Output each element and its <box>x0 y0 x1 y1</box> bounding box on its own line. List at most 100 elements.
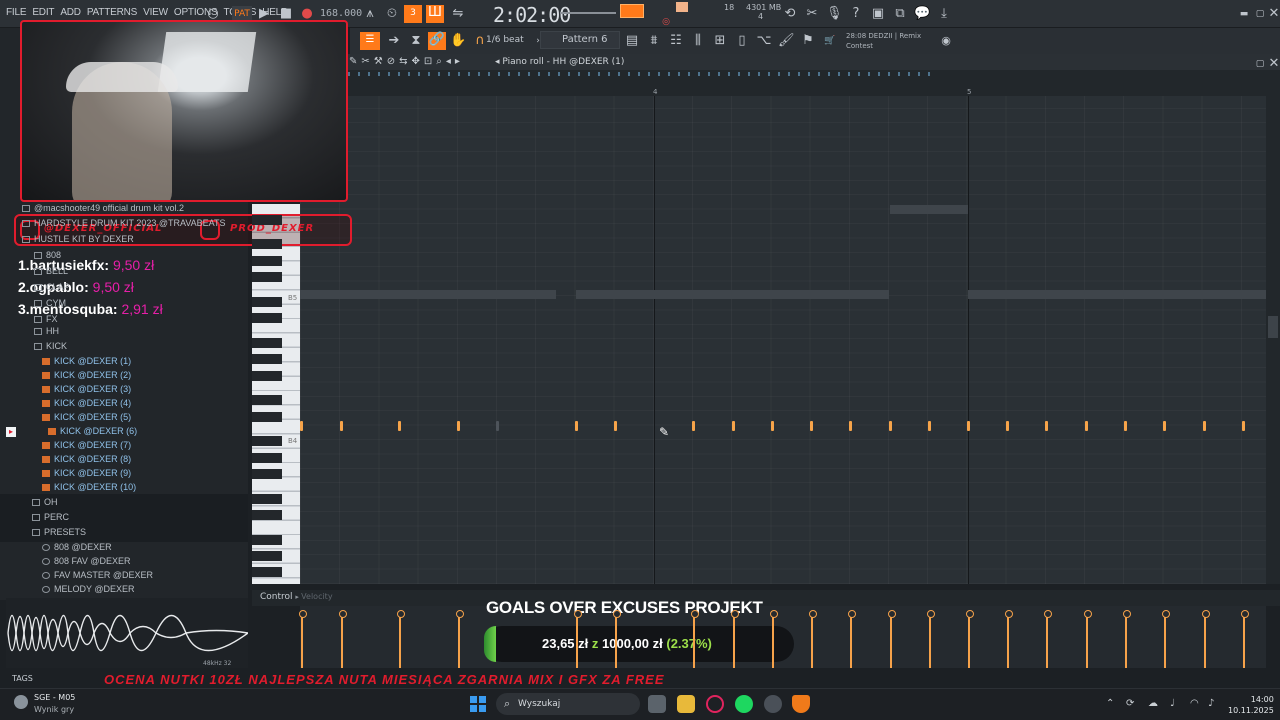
note[interactable] <box>889 421 892 431</box>
sample-item[interactable]: KICK @DEXER (5) <box>42 412 131 422</box>
black-key[interactable] <box>252 214 282 225</box>
folder-item[interactable]: OH <box>32 497 58 507</box>
sample-item[interactable]: KICK @DEXER (7) <box>42 440 131 450</box>
note[interactable] <box>1085 421 1088 431</box>
sample-item[interactable]: KICK @DEXER (1) <box>42 356 131 366</box>
velocity-bar[interactable] <box>1123 610 1131 668</box>
file-icon[interactable]: ▯ <box>734 33 750 49</box>
sample-item[interactable]: KICK @DEXER (3) <box>42 384 131 394</box>
note[interactable] <box>1203 421 1206 431</box>
note[interactable] <box>771 421 774 431</box>
folder-item[interactable]: HARDSTYLE DRUM KIT 2023 @TRAVABEATS <box>22 218 226 228</box>
connect-icon[interactable]: ⊞ <box>712 33 728 49</box>
velocity-bar[interactable] <box>927 610 935 668</box>
black-key[interactable] <box>252 411 282 422</box>
snap-selector[interactable]: 1/6 beat <box>486 35 524 45</box>
sample-item[interactable]: KICK @DEXER (10) <box>42 482 136 492</box>
note[interactable] <box>496 421 499 431</box>
tray-cloud-icon[interactable]: ☁ <box>1148 698 1158 709</box>
sample-item[interactable]: KICK @DEXER (6) <box>48 426 137 436</box>
note[interactable] <box>810 421 813 431</box>
tray-chevron-icon[interactable]: ⌃ <box>1106 698 1114 709</box>
menu-edit[interactable]: EDIT <box>32 7 54 18</box>
mic-icon[interactable]: 🎙 <box>826 6 843 22</box>
tempo-display[interactable]: 168.000 <box>320 8 362 19</box>
brush-icon[interactable]: 🖌 <box>778 33 795 49</box>
tempo-tap-icon[interactable]: ⚑ <box>800 33 816 49</box>
piano-roll-tools[interactable]: ✎✂⚒⊘⇆✥⊡⌕◂▸ <box>349 56 464 67</box>
hand-icon[interactable]: ✋ <box>450 33 466 49</box>
plug-icon[interactable]: ⌥ <box>756 33 772 49</box>
tray-mic-icon[interactable]: ♩ <box>1170 698 1175 709</box>
note[interactable] <box>457 421 460 431</box>
channel-rack-icon[interactable]: ☷ <box>668 33 684 49</box>
black-key[interactable] <box>252 436 282 447</box>
arrow-right-icon[interactable]: ➔ <box>386 33 402 49</box>
close-icon[interactable]: ✕ <box>1266 6 1280 22</box>
help-icon[interactable]: ? <box>848 6 864 22</box>
control-selector[interactable]: Control ▸ Velocity <box>260 592 333 602</box>
black-key[interactable] <box>252 255 282 266</box>
tray-wifi-icon[interactable]: ◠ <box>1190 698 1199 709</box>
piano-roll-menu-icon[interactable]: ☰ <box>360 32 380 50</box>
mixer-icon[interactable]: ⫼ <box>690 33 706 49</box>
note[interactable] <box>575 421 578 431</box>
black-key[interactable] <box>252 313 282 324</box>
preset-item[interactable]: MELODY @DEXER <box>42 584 135 594</box>
sample-item[interactable]: KICK @DEXER (9) <box>42 468 131 478</box>
wait-icon[interactable]: ⏲ <box>384 6 400 22</box>
black-key[interactable] <box>252 452 282 463</box>
velocity-bar[interactable] <box>299 610 307 668</box>
menu-view[interactable]: VIEW <box>143 7 168 18</box>
master-volume-slider[interactable] <box>560 12 616 14</box>
velocity-bar[interactable] <box>1162 610 1170 668</box>
menu-patterns[interactable]: PATTERNS <box>87 7 137 18</box>
download-icon[interactable]: ⤓ <box>936 6 952 22</box>
note[interactable] <box>849 421 852 431</box>
plugin-icon[interactable]: ⧉ <box>892 6 908 22</box>
menu-add[interactable]: ADD <box>60 7 81 18</box>
velocity-bar[interactable] <box>848 610 856 668</box>
news-panel[interactable]: 28:08 DEDZII | Remix Contest <box>846 31 921 51</box>
minimize-icon[interactable]: ▬ <box>1236 6 1252 22</box>
metronome-icon[interactable]: ⩚ <box>362 6 378 22</box>
sample-item[interactable]: KICK @DEXER (2) <box>42 370 131 380</box>
folder-item[interactable]: CLAP <box>34 282 70 292</box>
velocity-bar[interactable] <box>397 610 405 668</box>
note[interactable] <box>614 421 617 431</box>
note[interactable] <box>1124 421 1127 431</box>
velocity-bar[interactable] <box>613 610 621 668</box>
velocity-bar[interactable] <box>456 610 464 668</box>
stamp-icon[interactable]: ⧗ <box>408 33 424 49</box>
loop-record-icon[interactable]: ⇋ <box>450 6 466 22</box>
velocity-bar[interactable] <box>1044 610 1052 668</box>
note[interactable] <box>928 421 931 431</box>
folder-item[interactable]: CYM <box>34 298 66 308</box>
note[interactable] <box>1163 421 1166 431</box>
note[interactable] <box>732 421 735 431</box>
velocity-bar[interactable] <box>574 610 582 668</box>
preset-item[interactable]: 808 FAV @DEXER <box>42 556 131 566</box>
chat-icon[interactable]: 💬 <box>914 6 930 22</box>
black-key[interactable] <box>252 551 282 561</box>
black-key[interactable] <box>252 567 282 578</box>
velocity-bar[interactable] <box>339 610 347 668</box>
blend-icon[interactable]: Ш <box>426 5 444 23</box>
folder-item[interactable]: BELL <box>34 266 68 276</box>
black-key[interactable] <box>252 510 282 520</box>
velocity-bar[interactable] <box>966 610 974 668</box>
save-icon[interactable]: ▣ <box>870 6 886 22</box>
folder-item[interactable]: HUSTLE KIT BY DEXER <box>22 234 134 244</box>
tray-volume-icon[interactable]: ♪ <box>1208 698 1214 709</box>
task-view-icon[interactable] <box>648 695 666 713</box>
black-key[interactable] <box>252 469 282 479</box>
preset-item[interactable]: 808 @DEXER <box>42 542 112 552</box>
velocity-bar[interactable] <box>770 610 778 668</box>
chrome-icon[interactable] <box>764 695 782 713</box>
cut-icon[interactable]: ✂ <box>804 6 820 22</box>
widget-icon[interactable] <box>14 695 28 709</box>
piano-roll-icon[interactable]: ⩩ <box>646 33 662 49</box>
folder-item[interactable]: FX <box>34 314 58 324</box>
vertical-scrollbar[interactable] <box>1266 96 1280 584</box>
sample-item[interactable]: KICK @DEXER (8) <box>42 454 131 464</box>
